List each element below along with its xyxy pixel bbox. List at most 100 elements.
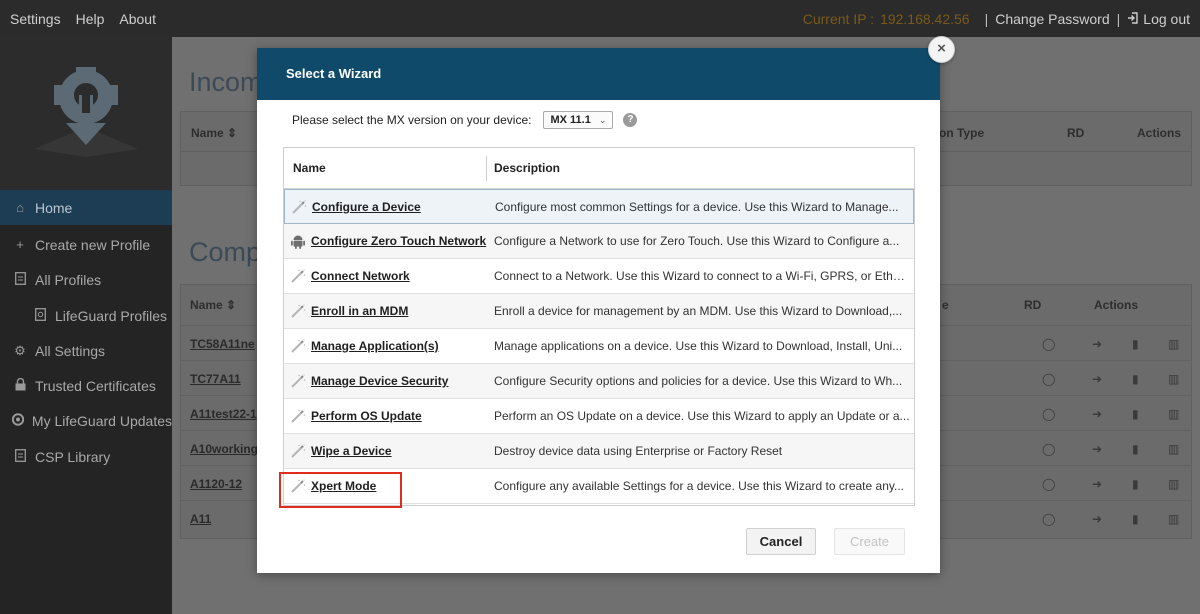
wizard-row[interactable]: Wipe a Device Destroy device data using E… xyxy=(284,434,914,469)
sidebar-item-csp-library[interactable]: CSP Library xyxy=(0,439,172,474)
sidebar-item-home[interactable]: ⌂ Home xyxy=(0,190,172,225)
wizard-name-link[interactable]: Wipe a Device xyxy=(311,444,392,458)
wizard-table: Name Description Configure a Device Confi… xyxy=(283,147,915,506)
sidebar-item-label: CSP Library xyxy=(35,448,111,465)
lock-icon xyxy=(12,377,28,394)
wizard-row[interactable]: Manage Device Security Configure Security… xyxy=(284,364,914,399)
wizard-description: Destroy device data using Enterprise or … xyxy=(494,444,783,458)
wand-icon xyxy=(290,444,306,459)
wizard-row[interactable]: Enroll in an MDM Enroll a device for mana… xyxy=(284,294,914,329)
sidebar-item-all-profiles[interactable]: All Profiles xyxy=(0,262,172,297)
help-icon[interactable]: ? xyxy=(623,113,638,127)
trash-icon[interactable]: ▥ xyxy=(1168,372,1179,386)
trash-icon[interactable]: ▥ xyxy=(1168,477,1179,491)
profile-link[interactable]: A11 xyxy=(190,512,211,526)
deploy-icon[interactable]: ➜ xyxy=(1092,512,1102,526)
copy-icon[interactable]: ▮ xyxy=(1132,512,1139,526)
deploy-icon[interactable]: ➜ xyxy=(1092,442,1102,456)
trash-icon[interactable]: ▥ xyxy=(1168,512,1179,526)
deploy-icon[interactable]: ➜ xyxy=(1092,407,1102,421)
copy-icon[interactable]: ▮ xyxy=(1132,337,1139,351)
wand-icon xyxy=(291,200,307,215)
menu-about[interactable]: About xyxy=(119,11,156,27)
column-header-rd: RD xyxy=(1067,126,1085,140)
wand-icon xyxy=(290,339,306,354)
sidebar: ⌂ Home + Create new Profile All Profiles… xyxy=(0,37,172,614)
column-header-name[interactable]: Name ⇕ xyxy=(190,298,236,312)
menu-help[interactable]: Help xyxy=(76,11,105,27)
profile-link[interactable]: A1120-12 xyxy=(190,477,242,491)
create-button[interactable]: Create xyxy=(834,528,905,555)
sidebar-item-create-new-profile[interactable]: + Create new Profile xyxy=(0,227,172,262)
column-header-name: Name xyxy=(293,161,326,175)
sidebar-item-lifeguard-profiles[interactable]: LifeGuard Profiles xyxy=(0,298,172,333)
copy-icon[interactable]: ▮ xyxy=(1132,407,1139,421)
sidebar-item-all-settings[interactable]: ⚙ All Settings xyxy=(0,333,172,368)
wizard-row[interactable]: Manage Application(s) Manage applications… xyxy=(284,329,914,364)
android-icon xyxy=(290,234,306,249)
cancel-button[interactable]: Cancel xyxy=(746,528,816,555)
complete-section-title: Comp xyxy=(189,237,262,267)
wizard-row[interactable]: Perform OS Update Perform an OS Update on… xyxy=(284,399,914,434)
wizard-row[interactable]: Configure Zero Touch Network Configure a … xyxy=(284,224,914,259)
wand-icon xyxy=(290,304,306,319)
wizard-name-link[interactable]: Configure Zero Touch Network xyxy=(311,234,486,248)
wand-icon xyxy=(290,269,306,284)
wizard-name-link[interactable]: Connect Network xyxy=(311,269,410,283)
profile-link[interactable]: TC58A11ne xyxy=(190,337,255,351)
top-nav: Settings Help About xyxy=(10,0,156,37)
column-header-rd: RD xyxy=(1024,298,1042,312)
profile-link[interactable]: TC77A11 xyxy=(190,372,241,386)
deploy-icon[interactable]: ➜ xyxy=(1092,477,1102,491)
column-divider xyxy=(486,156,487,181)
mx-version-value: MX 11.1 xyxy=(550,114,591,126)
file-icon xyxy=(12,271,28,288)
current-ip-value: 192.168.42.56 xyxy=(880,10,970,27)
wizard-name-link[interactable]: Manage Application(s) xyxy=(311,339,439,353)
sidebar-item-label: All Profiles xyxy=(35,271,102,288)
column-header-actions: Actions xyxy=(1094,298,1139,312)
wizard-row[interactable]: Configure a Device Configure most common … xyxy=(284,189,914,224)
wizard-name-link[interactable]: Perform OS Update xyxy=(311,409,422,423)
app-logo xyxy=(0,37,172,190)
top-right-area: Current IP : 192.168.42.56 | Change Pass… xyxy=(803,0,1190,37)
incomplete-section-title: Incom xyxy=(189,67,263,97)
trash-icon[interactable]: ▥ xyxy=(1168,442,1179,456)
sidebar-item-my-lifeguard-updates[interactable]: My LifeGuard Updates xyxy=(0,403,172,438)
sidebar-item-label: Trusted Certificates xyxy=(35,377,156,394)
column-header-actions: Actions xyxy=(1137,126,1182,140)
separator: | xyxy=(984,10,989,27)
sidebar-item-label: LifeGuard Profiles xyxy=(55,307,168,324)
wizard-description: Configure a Network to use for Zero Touc… xyxy=(494,234,900,248)
profile-link[interactable]: A11test22-1 xyxy=(190,407,257,421)
logout-link[interactable]: Log out xyxy=(1143,11,1190,27)
change-password-link[interactable]: Change Password xyxy=(995,11,1109,27)
trash-icon[interactable]: ▥ xyxy=(1168,407,1179,421)
sidebar-item-trusted-certificates[interactable]: Trusted Certificates xyxy=(0,368,172,403)
menu-settings[interactable]: Settings xyxy=(10,11,61,27)
wizard-row[interactable]: Connect Network Connect to a Network. Use… xyxy=(284,259,914,294)
logout-icon xyxy=(1127,11,1139,27)
deploy-icon[interactable]: ➜ xyxy=(1092,372,1102,386)
wizard-description: Perform an OS Update on a device. Use th… xyxy=(494,409,910,423)
copy-icon[interactable]: ▮ xyxy=(1132,442,1139,456)
column-header-name[interactable]: Name ⇕ xyxy=(191,126,237,140)
chevron-down-icon: ⌄ xyxy=(598,114,607,125)
wizard-name-link[interactable]: Configure a Device xyxy=(312,200,421,214)
column-header-type: e xyxy=(942,298,949,312)
mx-version-select[interactable]: MX 11.1 ⌄ xyxy=(543,111,614,129)
column-header-label: Name xyxy=(191,126,224,140)
stagenow-logo-icon xyxy=(34,67,138,157)
copy-icon[interactable]: ▮ xyxy=(1132,477,1139,491)
trash-icon[interactable]: ▥ xyxy=(1168,337,1179,351)
wizard-name-link[interactable]: Manage Device Security xyxy=(311,374,448,388)
column-header-type: on Type xyxy=(939,126,985,140)
profile-link[interactable]: A10working xyxy=(190,442,258,456)
file-icon xyxy=(12,448,28,465)
sidebar-item-label: All Settings xyxy=(35,342,106,359)
status-circle-icon: ◯ xyxy=(1042,372,1056,386)
deploy-icon[interactable]: ➜ xyxy=(1092,337,1102,351)
copy-icon[interactable]: ▮ xyxy=(1132,372,1139,386)
wizard-name-link[interactable]: Enroll in an MDM xyxy=(311,304,408,318)
close-icon[interactable]: × xyxy=(928,36,955,63)
